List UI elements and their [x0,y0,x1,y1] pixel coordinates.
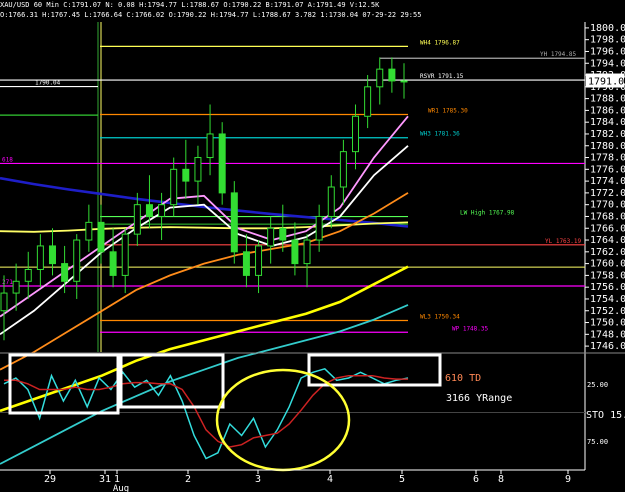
osc-axis-label: STO 15.0 [586,410,625,421]
price-level-label: RSVR 1791.15 [420,73,464,80]
y-axis-label: 1780.00 [590,141,625,152]
y-axis-label: 1796.00 [590,46,625,57]
candle-body [36,245,44,271]
candle-body [400,80,408,83]
highlight-box [307,353,442,387]
y-axis-label: 1756.00 [590,282,625,293]
y-axis-label: 1760.00 [590,259,625,270]
y-axis-label: 1748.00 [590,329,625,340]
y-axis-label: 1800.00 [590,23,625,34]
x-axis-label: 4 [327,474,333,485]
y-axis-label: 1764.00 [590,235,625,246]
y-axis-label: 1754.00 [590,294,625,305]
y-axis-label: 1770.00 [590,200,625,211]
osc-annotation: 3166 YRange [446,393,512,404]
price-level-label: WL3 1750.34 [420,314,460,321]
x-axis-label: 5 [399,474,405,485]
candle-body [364,86,372,117]
candle-body [303,239,311,265]
x-axis-label: 31 [99,474,111,485]
candle-body [352,115,360,153]
osc-axis-label: 75.00 [587,438,608,446]
candle-body [376,68,384,88]
price-level-label: 1790.04 [35,80,61,87]
x-axis-label: 29 [44,474,56,485]
y-axis-label: 1784.00 [590,117,625,128]
y-axis-label: 1776.00 [590,164,625,175]
y-axis-label: 1778.00 [590,153,625,164]
y-axis-label: 1758.00 [590,270,625,281]
price-level-label: WR1 1785.30 [428,108,468,115]
y-axis-label: 1794.00 [590,58,625,69]
y-axis-label: 1752.00 [590,306,625,317]
osc-axis-label: 25.00 [587,381,608,389]
x-axis-label: 3 [255,474,261,485]
candle-body [133,204,141,235]
candle-body [182,168,190,182]
x-axis-month-label: Aug [113,484,129,492]
price-level-label: WH3 1781.36 [420,131,460,138]
y-axis-label: 1762.00 [590,247,625,258]
candle-body [12,280,20,294]
candle-body [170,168,178,206]
y-axis-label: 1750.00 [590,318,625,329]
candle-body [85,221,93,241]
price-level-label: WH4 1796.87 [420,39,460,46]
candle-body [327,186,335,217]
candle-body [121,233,129,276]
candle-body [242,251,250,276]
candle-body [206,133,214,159]
candle-body [48,245,56,265]
candle-body [279,227,287,241]
candle-body [97,221,105,253]
y-axis-label: 1788.00 [590,94,625,105]
candle-body [158,204,166,217]
y-axis-label: 1786.00 [590,105,625,116]
x-axis-label: 9 [565,474,571,485]
candle-body [255,245,263,276]
y-axis-label: 1772.00 [590,188,625,199]
x-axis-label: 8 [498,474,504,485]
candle-body [73,239,81,282]
candle-body [267,227,275,247]
y-axis-label: 1798.00 [590,35,625,46]
candle-body [291,239,299,265]
y-axis-label: 1746.00 [590,341,625,352]
candle-body [218,133,226,194]
y-axis-label: 1774.00 [590,176,625,187]
price-level-label: 618 [2,156,13,163]
x-axis-label: 6 [473,474,479,485]
last-price-label: 1791.07 [588,77,625,88]
x-axis-label: 2 [185,474,191,485]
candle-body [24,269,32,282]
candle-body [388,68,396,82]
osc-annotation: 610 TD [445,373,481,384]
candle-body [339,151,347,188]
y-axis-label: 1766.00 [590,223,625,234]
candle-body [0,292,8,312]
candle-body [145,204,153,217]
y-axis-label: 1768.00 [590,211,625,222]
price-chart[interactable]: 1746.001748.001750.001752.001754.001756.… [0,0,625,492]
price-level-label: YL 1763.19 [545,238,582,245]
y-axis-label: 1782.00 [590,129,625,140]
price-level-label: WP 1748.35 [452,325,489,332]
candle-body [230,192,238,253]
candle-body [109,251,117,276]
candle-body [315,215,323,241]
candle-body [194,157,202,182]
price-level-label: LW High 1767.98 [460,210,515,217]
candle-body [61,263,69,282]
price-level-label: YH 1794.85 [540,51,577,58]
